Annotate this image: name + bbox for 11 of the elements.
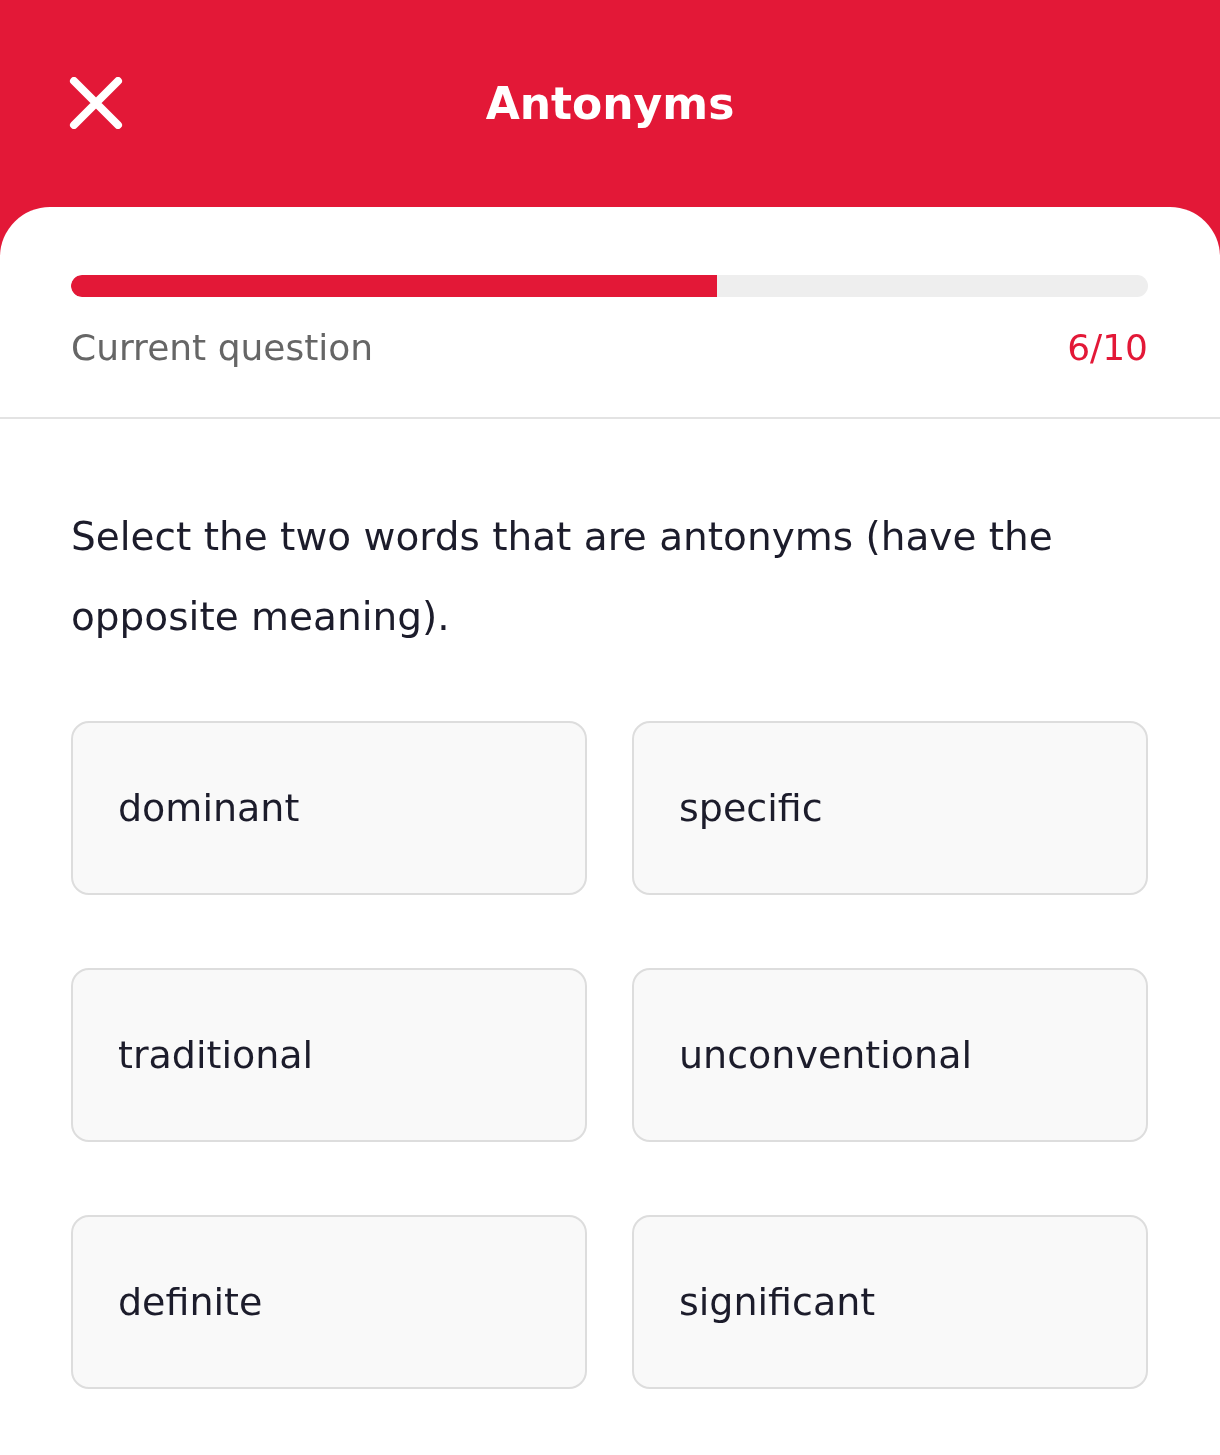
answer-option[interactable]: unconventional — [632, 968, 1148, 1142]
answer-option[interactable]: traditional — [71, 968, 587, 1142]
close-icon — [69, 77, 123, 129]
question-count: 6/10 — [1067, 327, 1148, 368]
answer-option[interactable]: specific — [632, 721, 1148, 895]
answer-option[interactable]: significant — [632, 1215, 1148, 1389]
screen-title: Antonyms — [485, 78, 735, 129]
answer-option[interactable]: dominant — [71, 721, 587, 895]
answer-option[interactable]: definite — [71, 1215, 587, 1389]
question-text: Select the two words that are antonyms (have the opposite meaning). — [71, 513, 1054, 641]
progress-label: Current question — [71, 327, 374, 368]
